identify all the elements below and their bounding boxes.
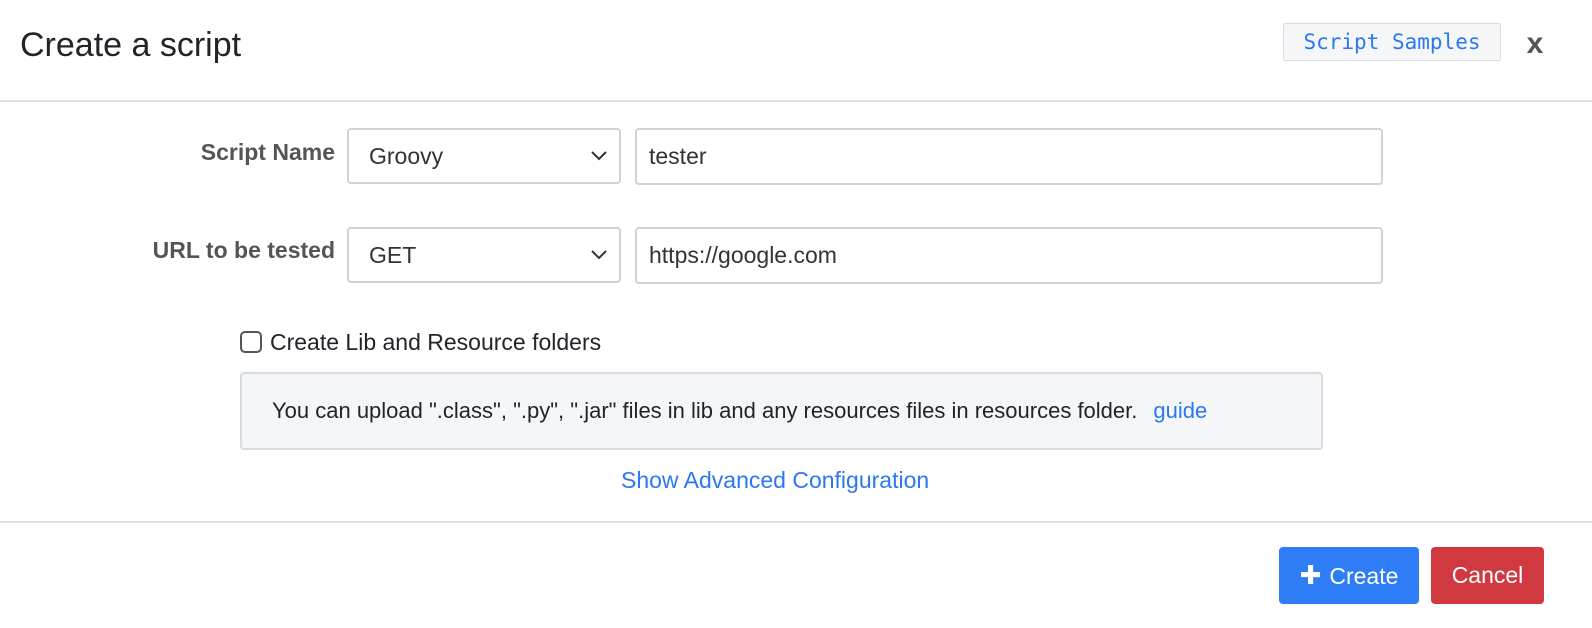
cancel-button[interactable]: Cancel	[1431, 547, 1544, 604]
close-button[interactable]: x	[1521, 22, 1549, 66]
script-name-label: Script Name	[200, 139, 335, 165]
language-select-value: Groovy	[369, 143, 444, 169]
lib-folders-checkbox[interactable]	[240, 331, 262, 353]
dialog-header: Create a script Script Samples x	[0, 0, 1592, 102]
http-method-select-value: GET	[369, 242, 417, 268]
create-button-label: Create	[1329, 563, 1399, 589]
lib-folders-label[interactable]: Create Lib and Resource folders	[270, 329, 601, 356]
create-button[interactable]: ✚ Create	[1279, 547, 1419, 604]
dialog-title: Create a script	[20, 26, 242, 64]
language-select[interactable]: Groovy	[347, 128, 621, 184]
chevron-down-icon	[591, 250, 607, 260]
url-input[interactable]: https://google.com	[635, 227, 1383, 284]
http-method-select[interactable]: GET	[347, 227, 621, 283]
url-label: URL to be tested	[152, 237, 335, 263]
script-name-input[interactable]: tester	[635, 128, 1383, 185]
upload-info-text: You can upload ".class", ".py", ".jar" f…	[272, 398, 1138, 423]
lib-folders-option: Create Lib and Resource folders	[240, 327, 601, 357]
create-script-dialog: Create a script Script Samples x Script …	[0, 0, 1592, 628]
guide-link[interactable]: guide	[1153, 398, 1207, 423]
upload-info-box: You can upload ".class", ".py", ".jar" f…	[240, 372, 1323, 450]
show-advanced-configuration-link[interactable]: Show Advanced Configuration	[621, 465, 929, 495]
script-samples-button[interactable]: Script Samples	[1283, 23, 1501, 61]
footer-divider	[0, 521, 1592, 523]
chevron-down-icon	[591, 151, 607, 161]
plus-icon: ✚	[1299, 560, 1322, 590]
